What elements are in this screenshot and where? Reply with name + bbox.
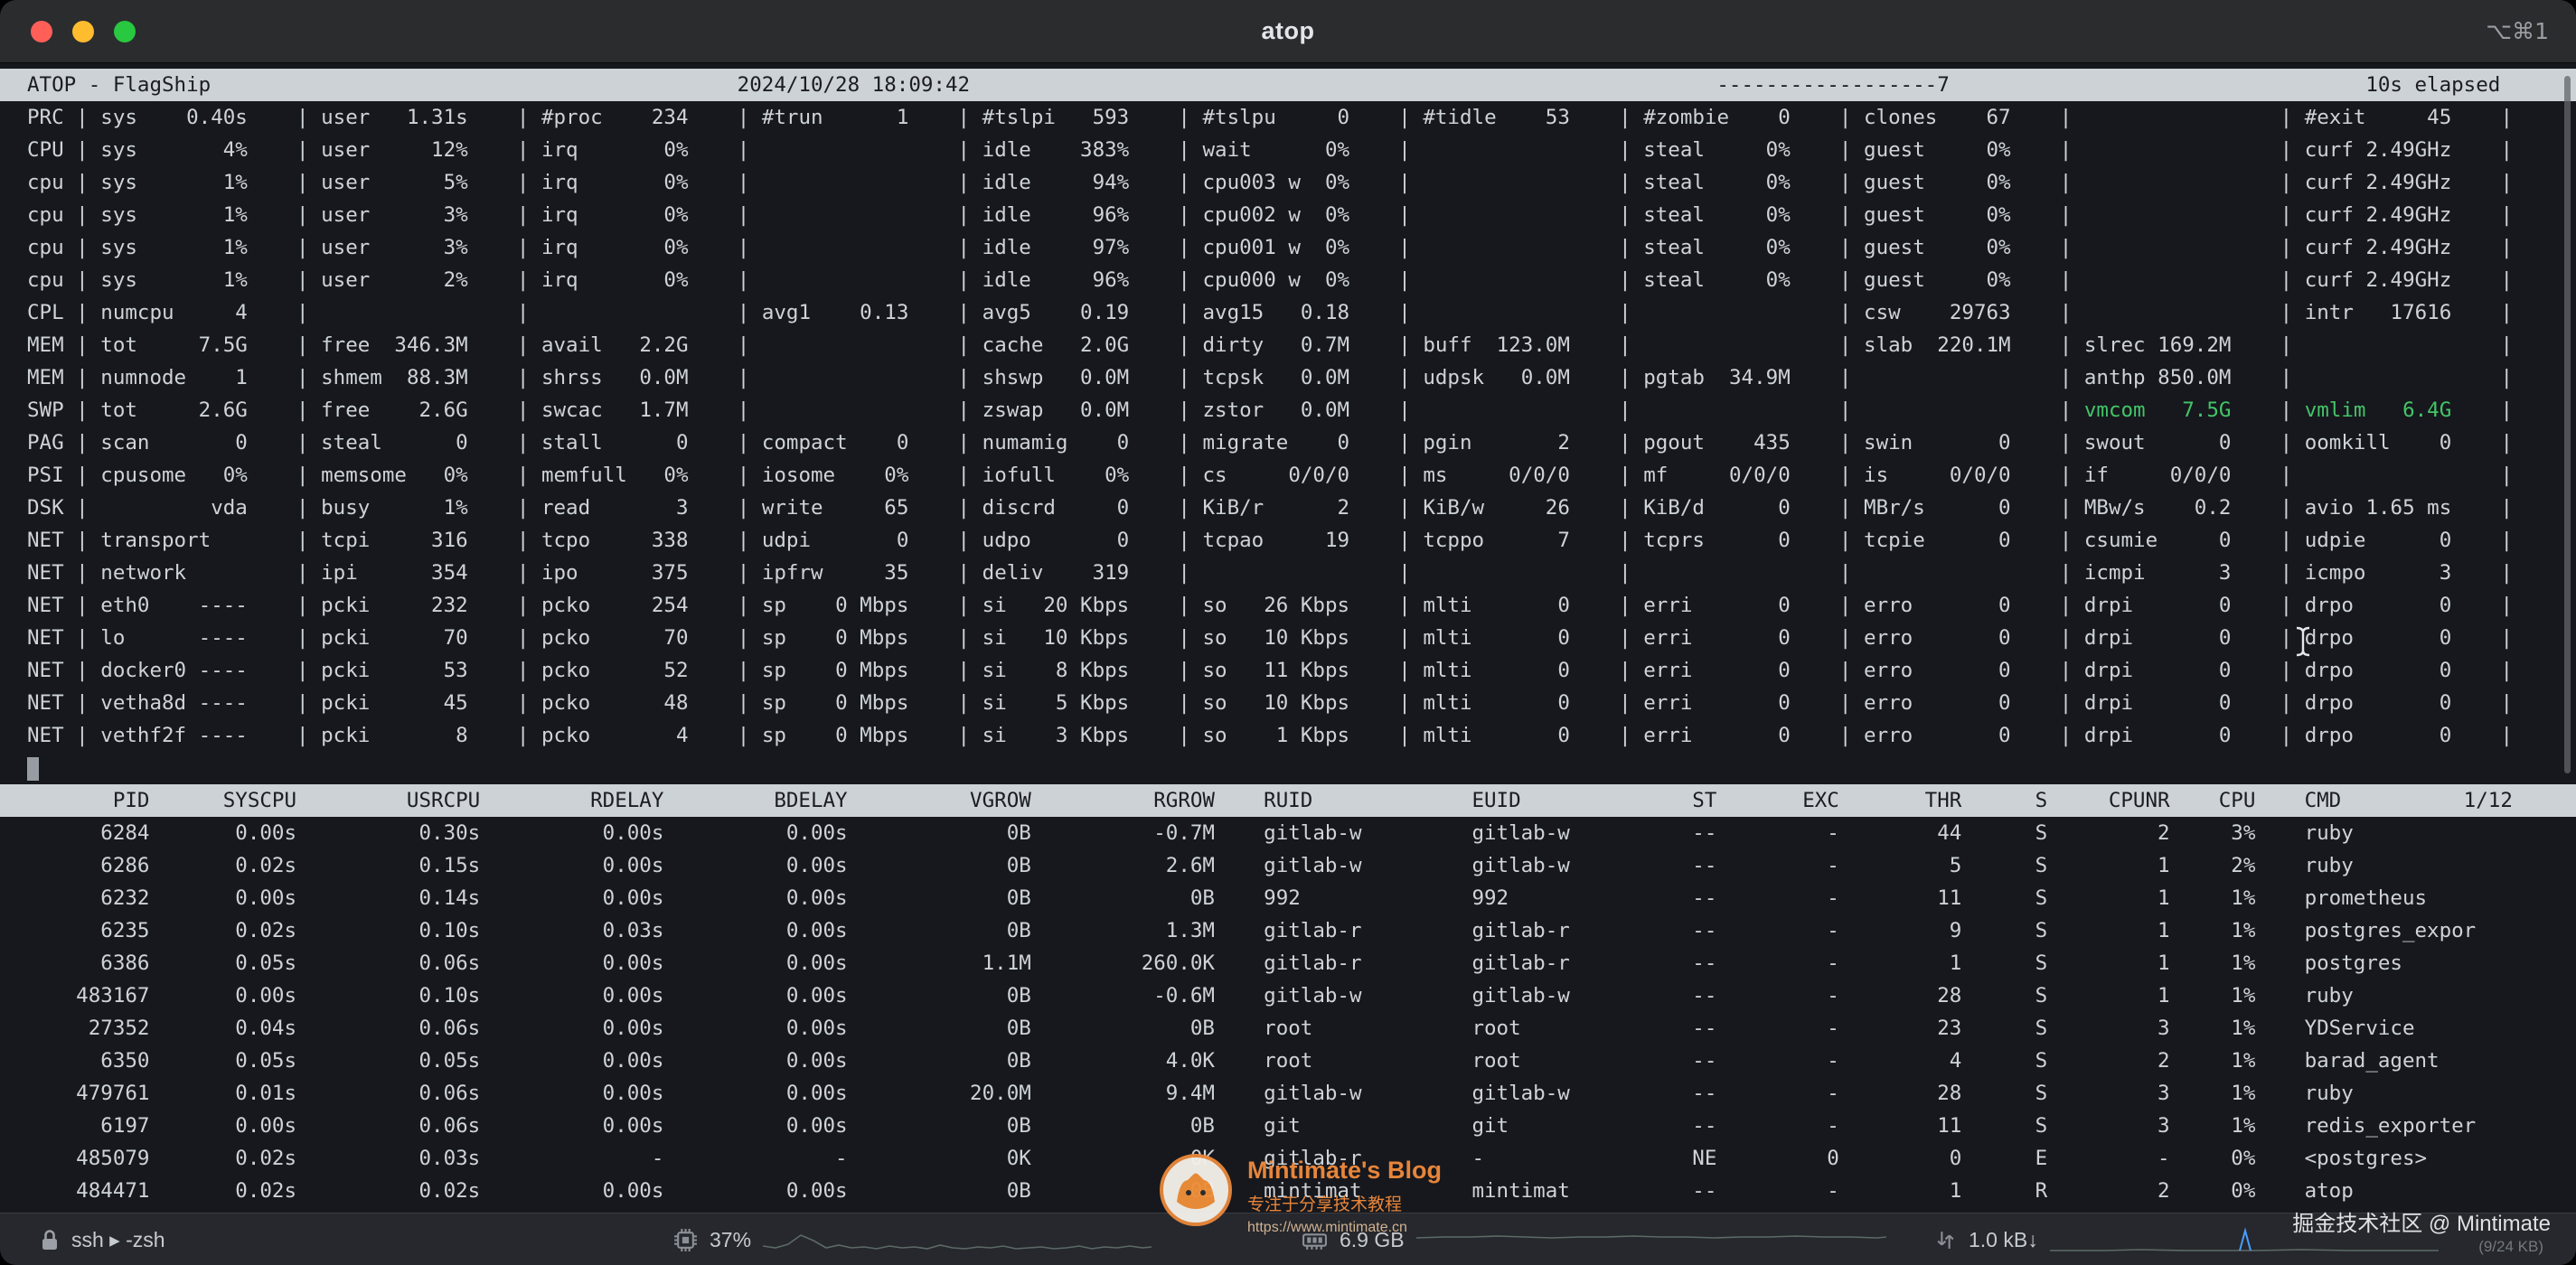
cpu-usage-label: 37%	[710, 1228, 751, 1252]
window-titlebar[interactable]: atop ⌥⌘1	[0, 0, 2576, 63]
blank-line	[0, 752, 2576, 784]
network-range-label: (9/24 KB)	[2478, 1238, 2543, 1256]
network-rate-label: 1.0 kB↓	[1969, 1228, 2038, 1252]
scrollbar-thumb[interactable]	[2564, 76, 2571, 773]
atop-system-row-net: NET | docker0 ---- | pcki 53 | pcko 52 |…	[0, 654, 2576, 687]
atop-system-row-cpu: cpu | sys 1% | user 3% | irq 0% | | idle…	[0, 199, 2576, 231]
atop-system-row-cpu: cpu | sys 1% | user 5% | irq 0% | | idle…	[0, 166, 2576, 199]
watermark-juejin: 掘金技术社区 @ Mintimate	[2292, 1205, 2551, 1237]
zoom-button[interactable]	[114, 21, 136, 42]
network-arrows-icon	[1934, 1228, 1957, 1252]
mintimate-logo	[1159, 1153, 1233, 1227]
atop-system-row-psi: PSI | cpusome 0% | memsome 0% | memfull …	[0, 459, 2576, 492]
atop-system-row-net: NET | transport | tcpi 316 | tcpo 338 | …	[0, 524, 2576, 557]
process-row: 479761 0.01s 0.06s 0.00s 0.00s 20.0M 9.4…	[0, 1077, 2576, 1110]
atop-system-row-net: NET | network | ipi 354 | ipo 375 | ipfr…	[0, 557, 2576, 589]
atop-system-row-cpu: cpu | sys 1% | user 2% | irq 0% | | idle…	[0, 264, 2576, 296]
process-table-header: PID SYSCPU USRCPU RDELAY BDELAY VGROW RG…	[0, 784, 2576, 817]
process-row: 6197 0.00s 0.06s 0.00s 0.00s 0B 0B git g…	[0, 1110, 2576, 1142]
atop-system-row-swp: SWP | tot 2.6G | free 2.6G | swcac 1.7M …	[0, 394, 2576, 426]
atop-system-row-mem: MEM | tot 7.5G | free 346.3M | avail 2.2…	[0, 329, 2576, 361]
terminal-content[interactable]: ATOP - FlagShip 2024/10/28 18:09:42 ----…	[0, 63, 2576, 1213]
atop-system-row-net: NET | vetha8d ---- | pcki 45 | pcko 48 |…	[0, 687, 2576, 719]
atop-system-row-net: NET | vethf2f ---- | pcki 8 | pcko 4 | s…	[0, 719, 2576, 752]
atop-system-row-pag: PAG | scan 0 | steal 0 | stall 0 | compa…	[0, 426, 2576, 459]
process-row: 6232 0.00s 0.14s 0.00s 0.00s 0B 0B 992 9…	[0, 882, 2576, 914]
process-row: 483167 0.00s 0.10s 0.00s 0.00s 0B -0.6M …	[0, 979, 2576, 1012]
mouse-text-cursor	[2294, 625, 2312, 658]
atop-system-row-mem: MEM | numnode 1 | shmem 88.3M | shrss 0.…	[0, 361, 2576, 394]
statusbar-cpu[interactable]: 37%	[673, 1213, 1152, 1265]
close-button[interactable]	[31, 21, 52, 42]
process-row: 6386 0.05s 0.06s 0.00s 0.00s 1.1M 260.0K…	[0, 947, 2576, 979]
watermark-text: Mintimate's Blog 专注于分享技术教程 https://www.m…	[1247, 1153, 1442, 1236]
atop-system-row-cpu: CPU | sys 4% | user 12% | irq 0% | | idl…	[0, 134, 2576, 166]
process-row: 6286 0.02s 0.15s 0.00s 0.00s 0B 2.6M git…	[0, 849, 2576, 882]
minimize-button[interactable]	[72, 21, 94, 42]
memory-sparkline	[1416, 1224, 1886, 1255]
watermark-subtitle: 专注于分享技术教程	[1247, 1191, 1442, 1215]
statusbar-session[interactable]: ssh ▸ -zsh	[40, 1213, 165, 1265]
cpu-sparkline	[763, 1224, 1152, 1255]
atop-system-row-net: NET | eth0 ---- | pcki 232 | pcko 254 | …	[0, 589, 2576, 622]
atop-system-row-dsk: DSK | vda | busy 1% | read 3 | write 65 …	[0, 492, 2576, 524]
atop-system-section: PRC | sys 0.40s | user 1.31s | #proc 234…	[0, 101, 2576, 752]
atop-system-row-cpl: CPL | numcpu 4 | | | avg1 0.13 | avg5 0.…	[0, 296, 2576, 329]
atop-system-row-net: NET | lo ---- | pcki 70 | pcko 70 | sp 0…	[0, 622, 2576, 654]
process-table-body: 6284 0.00s 0.30s 0.00s 0.00s 0B -0.7M gi…	[0, 817, 2576, 1207]
cpu-chip-icon	[673, 1228, 698, 1252]
process-row: 6350 0.05s 0.05s 0.00s 0.00s 0B 4.0K roo…	[0, 1045, 2576, 1077]
atop-header-bar: ATOP - FlagShip 2024/10/28 18:09:42 ----…	[0, 69, 2576, 101]
window-shortcut-hint: ⌥⌘1	[2486, 18, 2549, 44]
process-row: 6235 0.02s 0.10s 0.03s 0.00s 0B 1.3M git…	[0, 914, 2576, 947]
watermark-title: Mintimate's Blog	[1247, 1157, 1442, 1185]
session-label: ssh ▸ -zsh	[71, 1228, 165, 1252]
process-row: 6284 0.00s 0.30s 0.00s 0.00s 0B -0.7M gi…	[0, 817, 2576, 849]
process-row: 27352 0.04s 0.06s 0.00s 0.00s 0B 0B root…	[0, 1012, 2576, 1045]
window-title: atop	[0, 17, 2576, 45]
atop-system-row-cpu: cpu | sys 1% | user 3% | irq 0% | | idle…	[0, 231, 2576, 264]
watermark-url: https://www.mintimate.cn	[1247, 1220, 1442, 1236]
lock-icon	[40, 1228, 60, 1252]
terminal-window: atop ⌥⌘1 ATOP - FlagShip 2024/10/28 18:0…	[0, 0, 2576, 1265]
atop-system-row-prc: PRC | sys 0.40s | user 1.31s | #proc 234…	[0, 101, 2576, 134]
terminal-cursor	[27, 757, 39, 781]
window-controls	[0, 21, 136, 42]
watermark-mintimate: Mintimate's Blog 专注于分享技术教程 https://www.m…	[1159, 1153, 1442, 1236]
